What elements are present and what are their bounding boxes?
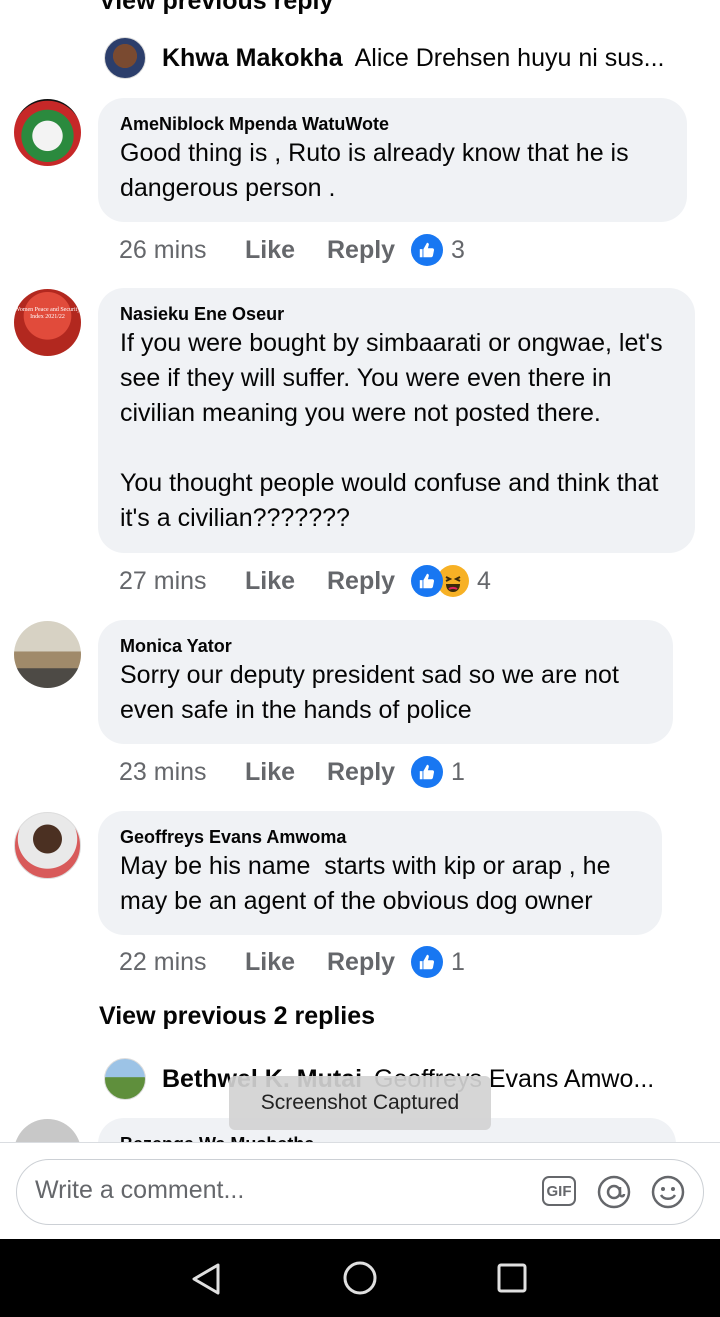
avatar[interactable] [14, 621, 81, 688]
comment-actions: 26 mins Like Reply 3 [119, 232, 465, 268]
comment-bubble: Nasieku Ene Oseur If you were bought by … [98, 288, 695, 553]
avatar-logo-text: Women Peace and Security Index 2021/22 [14, 307, 81, 320]
emoji-icon[interactable] [651, 1175, 685, 1209]
home-icon[interactable] [342, 1260, 378, 1296]
comment-text: Sorry our deputy president sad so we are… [120, 661, 626, 724]
reply-button[interactable]: Reply [327, 758, 411, 787]
back-icon[interactable] [188, 1261, 224, 1297]
comment-bubble: Monica Yator Sorry our deputy president … [98, 620, 673, 744]
comment-bubble: AmeNiblock Mpenda WatuWote Good thing is… [98, 98, 687, 222]
comment-time[interactable]: 22 mins [119, 948, 245, 977]
comment-text: If you were bought by simbaarati or ongw… [120, 329, 663, 532]
avatar[interactable] [14, 99, 81, 166]
reaction-count[interactable]: 1 [451, 758, 465, 787]
reaction-count[interactable]: 3 [451, 236, 465, 265]
like-button[interactable]: Like [245, 236, 327, 265]
avatar[interactable] [104, 37, 146, 79]
comment-text: Good thing is , Ruto is already know tha… [120, 139, 636, 202]
comment-bubble: Geoffreys Evans Amwoma May be his name s… [98, 811, 662, 935]
recents-icon[interactable] [496, 1262, 528, 1294]
comment-time[interactable]: 26 mins [119, 236, 245, 265]
like-button[interactable]: Like [245, 758, 327, 787]
comment-author[interactable]: Nasieku Ene Oseur [120, 302, 673, 326]
screenshot-toast: Screenshot Captured [229, 1076, 491, 1130]
system-nav-bar [0, 1239, 720, 1317]
comment-input[interactable]: Write a comment... GIF [16, 1159, 704, 1225]
like-icon[interactable] [411, 946, 443, 978]
reply-preview[interactable]: Khwa Makokha Alice Drehsen huyu ni sus..… [104, 36, 665, 80]
gif-icon[interactable]: GIF [542, 1176, 576, 1206]
reply-author[interactable]: Khwa Makokha [162, 44, 343, 73]
avatar[interactable]: Women Peace and Security Index 2021/22 [14, 289, 81, 356]
avatar[interactable] [104, 1058, 146, 1100]
view-previous-replies-link[interactable]: View previous 2 replies [99, 1002, 375, 1031]
comment-actions: 27 mins Like Reply 4 [119, 563, 491, 599]
reply-button[interactable]: Reply [327, 567, 411, 596]
comment-time[interactable]: 23 mins [119, 758, 245, 787]
avatar[interactable] [14, 812, 81, 879]
like-icon[interactable] [411, 234, 443, 266]
reaction-count[interactable]: 4 [477, 567, 491, 596]
reply-button[interactable]: Reply [327, 948, 411, 977]
reaction-count[interactable]: 1 [451, 948, 465, 977]
reply-snippet: Alice Drehsen huyu ni sus... [354, 43, 665, 72]
comment-author[interactable]: Monica Yator [120, 634, 651, 658]
comment-actions: 22 mins Like Reply 1 [119, 944, 465, 980]
gif-label: GIF [546, 1182, 572, 1200]
comment-composer-bar: Write a comment... GIF [0, 1142, 720, 1240]
like-icon[interactable] [411, 565, 443, 597]
comment-author[interactable]: AmeNiblock Mpenda WatuWote [120, 112, 665, 136]
comment-author[interactable]: Geoffreys Evans Amwoma [120, 825, 640, 849]
like-button[interactable]: Like [245, 567, 327, 596]
like-icon[interactable] [411, 756, 443, 788]
like-button[interactable]: Like [245, 948, 327, 977]
comment-text: May be his name starts with kip or arap … [120, 852, 618, 915]
comment-time[interactable]: 27 mins [119, 567, 245, 596]
mention-icon[interactable] [597, 1175, 631, 1209]
reply-button[interactable]: Reply [327, 236, 411, 265]
view-previous-reply-link[interactable]: View previous reply [99, 0, 333, 16]
comment-actions: 23 mins Like Reply 1 [119, 754, 465, 790]
comment-placeholder: Write a comment... [35, 1176, 245, 1204]
